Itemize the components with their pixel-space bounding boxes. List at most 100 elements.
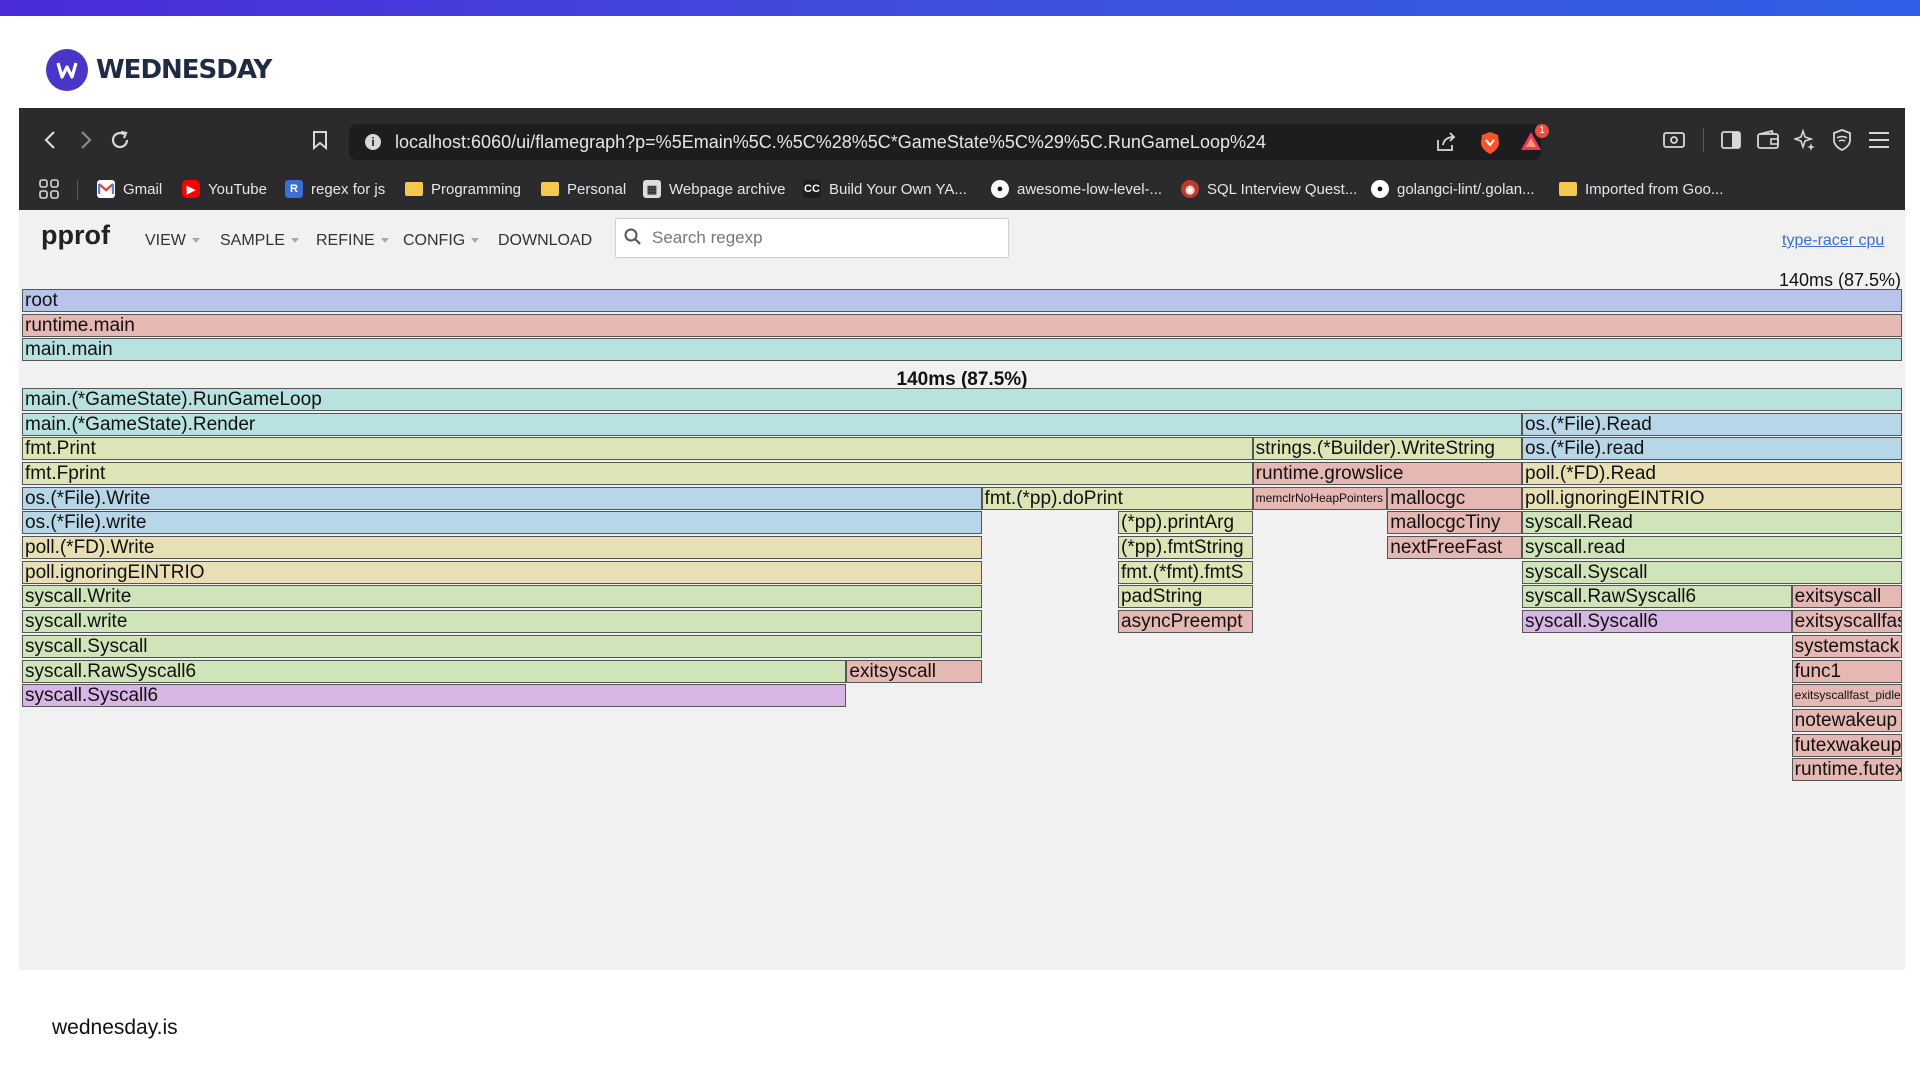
flame-frame[interactable]: fmt.(*pp).doPrint: [981, 486, 1253, 510]
bookmark-golangci-lint[interactable]: ● golangci-lint/.golan...: [1371, 176, 1535, 202]
flame-frame[interactable]: systemstack: [1791, 634, 1902, 658]
menu-config[interactable]: CONFIG: [403, 232, 480, 250]
flame-frame[interactable]: memclrNoHeapPointers: [1252, 486, 1388, 510]
flame-frame[interactable]: futexwakeup: [1791, 733, 1902, 757]
flame-frame[interactable]: fmt.(*fmt).fmtS: [1118, 560, 1253, 584]
vpn-button[interactable]: [1827, 125, 1857, 155]
menu-config-label: CONFIG: [403, 232, 466, 249]
apps-button[interactable]: [39, 176, 59, 202]
bookmark-page-button[interactable]: [305, 125, 335, 155]
sidebar-toggle-button[interactable]: [1716, 125, 1746, 155]
flame-frame[interactable]: os.(*File).Read: [1522, 412, 1902, 436]
flame-frame[interactable]: poll.(*FD).Write: [22, 536, 982, 559]
flame-frame[interactable]: padString: [1118, 585, 1253, 609]
flame-frame[interactable]: notewakeup: [1791, 708, 1902, 732]
bookmark-folder-imported[interactable]: Imported from Goo...: [1559, 176, 1723, 202]
hamburger-menu-icon: [1869, 132, 1889, 148]
flame-frame[interactable]: poll.(*FD).Read: [1522, 461, 1902, 485]
menu-download[interactable]: DOWNLOAD: [498, 232, 592, 250]
flame-frame[interactable]: exitsyscall: [846, 659, 982, 683]
archive-icon: ▦: [643, 180, 661, 198]
flame-frame[interactable]: poll.ignoringEINTRIO: [22, 560, 982, 584]
flame-frame[interactable]: strings.(*Builder).WriteString: [1252, 437, 1523, 461]
bookmark-webpage-archive[interactable]: ▦ Webpage archive: [643, 176, 785, 202]
chevron-down-icon: [380, 238, 389, 244]
bookmark-awesome-low-level[interactable]: ● awesome-low-level-...: [991, 176, 1162, 202]
flame-frame[interactable]: mallocgc: [1387, 486, 1523, 510]
url-text[interactable]: localhost:6060/ui/flamegraph?p=%5Emain%5…: [395, 132, 1266, 153]
share-icon[interactable]: [1435, 131, 1457, 153]
flame-frame[interactable]: func1: [1791, 659, 1902, 683]
flame-frame[interactable]: runtime.futex: [1791, 758, 1902, 782]
brave-shield-icon[interactable]: [1479, 131, 1501, 155]
menu-refine-label: REFINE: [316, 232, 375, 249]
address-bar[interactable]: i localhost:6060/ui/flamegraph?p=%5Emain…: [349, 124, 1549, 160]
footer-site-text: wednesday.is: [52, 1016, 178, 1039]
reload-button[interactable]: [105, 125, 135, 155]
flame-frame[interactable]: os.(*File).Write: [22, 486, 982, 510]
bookmark-gmail[interactable]: Gmail: [97, 176, 162, 202]
flame-frame[interactable]: syscall.Syscall: [22, 634, 982, 658]
forward-button[interactable]: [71, 125, 101, 155]
github-icon: ●: [1371, 180, 1389, 198]
flame-frame[interactable]: (*pp).fmtString: [1118, 536, 1253, 559]
search-icon: [624, 228, 641, 245]
bookmarks-divider: [77, 180, 78, 200]
flame-frame[interactable]: exitsyscallfast_pidle: [1791, 684, 1902, 708]
flame-frame[interactable]: syscall.write: [22, 610, 982, 634]
back-button[interactable]: [35, 125, 65, 155]
wallet-button[interactable]: [1753, 125, 1783, 155]
flame-frame[interactable]: main.(*GameState).Render: [22, 412, 1523, 436]
flame-frame[interactable]: (*pp).printArg: [1118, 511, 1253, 535]
flame-frame[interactable]: nextFreeFast: [1387, 536, 1523, 559]
flame-frame[interactable]: main.main: [22, 338, 1902, 362]
bookmark-regex-for-js[interactable]: R regex for js: [285, 176, 385, 202]
flame-frame[interactable]: main.(*GameState).RunGameLoop: [22, 387, 1902, 411]
flame-frame[interactable]: mallocgcTiny: [1387, 511, 1523, 535]
brand-name: WEDNESDAY: [96, 55, 272, 85]
bookmark-youtube[interactable]: ▶ YouTube: [182, 176, 267, 202]
menu-refine[interactable]: REFINE: [316, 232, 389, 250]
search-box: [615, 218, 1009, 258]
flame-frame[interactable]: os.(*File).read: [1522, 437, 1902, 461]
bookmark-folder-personal[interactable]: Personal: [541, 176, 626, 202]
flame-frame[interactable]: syscall.Syscall6: [1522, 610, 1792, 634]
flame-frame[interactable]: runtime.main: [22, 313, 1902, 337]
bookmark-label: Build Your Own YA...: [829, 180, 967, 198]
screenshot-button[interactable]: [1659, 125, 1689, 155]
flame-frame[interactable]: fmt.Fprint: [22, 461, 1253, 485]
flame-frame[interactable]: syscall.Read: [1522, 511, 1902, 535]
menu-sample-label: SAMPLE: [220, 232, 285, 249]
menu-view[interactable]: VIEW: [145, 232, 200, 250]
bookmark-sql-interview[interactable]: ◉ SQL Interview Quest...: [1181, 176, 1357, 202]
flame-frame[interactable]: os.(*File).write: [22, 511, 982, 535]
menu-download-label: DOWNLOAD: [498, 232, 593, 249]
flame-frame[interactable]: syscall.read: [1522, 536, 1902, 559]
flame-frame[interactable]: exitsyscall: [1791, 585, 1902, 609]
flame-frame[interactable]: runtime.growslice: [1252, 461, 1523, 485]
flame-frame[interactable]: syscall.Syscall6: [22, 684, 847, 708]
flame-frame[interactable]: syscall.RawSyscall6: [22, 659, 847, 683]
site-info-icon[interactable]: i: [365, 134, 381, 150]
bookmark-label: SQL Interview Quest...: [1207, 180, 1358, 198]
leo-ai-button[interactable]: [1790, 125, 1820, 155]
flame-frame[interactable]: root: [22, 289, 1902, 312]
flame-frame[interactable]: poll.ignoringEINTRIO: [1522, 486, 1902, 510]
bookmarks-bar: Gmail ▶ YouTube R regex for js Programmi…: [19, 170, 1905, 206]
flame-frame[interactable]: syscall.Write: [22, 585, 982, 609]
flame-frame[interactable]: asyncPreempt: [1118, 610, 1253, 634]
menu-button[interactable]: [1864, 125, 1894, 155]
flame-frame[interactable]: syscall.Syscall: [1522, 560, 1902, 584]
profile-link[interactable]: type-racer cpu: [1782, 232, 1884, 250]
rewards-badge: 1: [1535, 124, 1549, 138]
flame-frame[interactable]: syscall.RawSyscall6: [1522, 585, 1792, 609]
flame-frame[interactable]: exitsyscallfast: [1791, 610, 1902, 634]
search-input[interactable]: [650, 226, 994, 250]
bookmark-build-your-own[interactable]: CC Build Your Own YA...: [803, 176, 967, 202]
bookmark-label: YouTube: [208, 180, 267, 198]
menu-sample[interactable]: SAMPLE: [220, 232, 299, 250]
total-time-label: 140ms (87.5%): [1778, 270, 1901, 290]
bookmark-folder-programming[interactable]: Programming: [405, 176, 521, 202]
bookmark-label: regex for js: [311, 180, 386, 198]
flame-frame[interactable]: fmt.Print: [22, 437, 1253, 461]
